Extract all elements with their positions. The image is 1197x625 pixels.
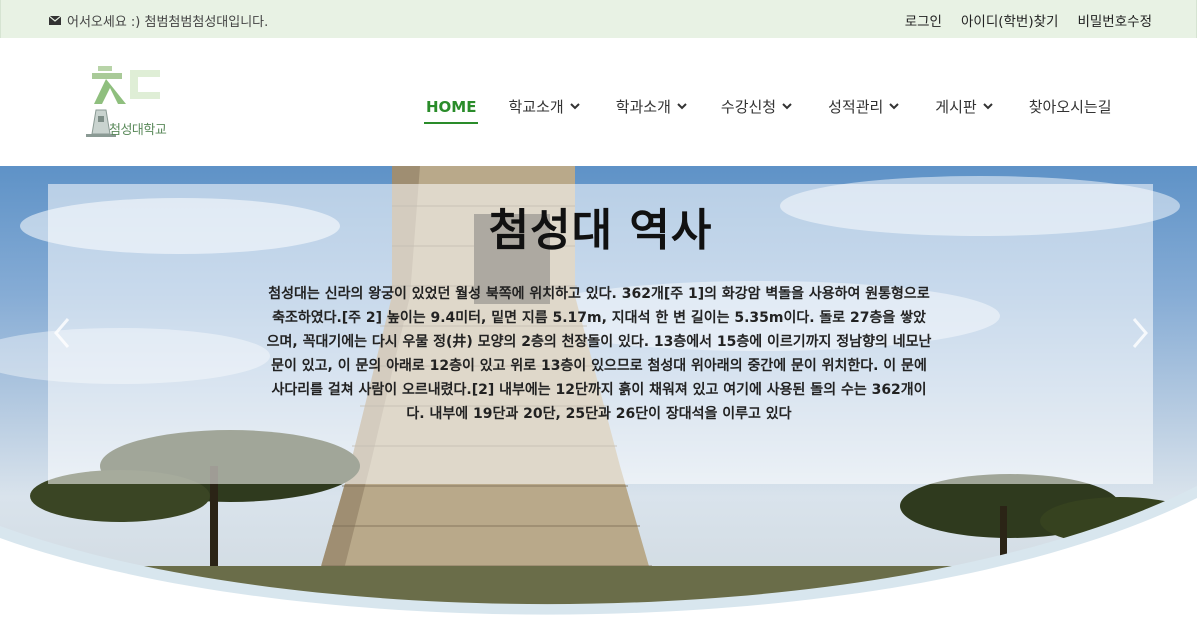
mail-icon xyxy=(49,16,61,25)
chevron-down-icon xyxy=(889,103,900,110)
change-password-link[interactable]: 비밀번호수정 xyxy=(1077,10,1152,30)
nav-board[interactable]: 게시판 xyxy=(935,96,993,117)
nav-label: HOME xyxy=(426,97,477,116)
account-links: 로그인 아이디(학번)찾기 비밀번호수정 xyxy=(905,10,1152,30)
nav-label: 게시판 xyxy=(935,98,977,116)
nav-directions[interactable]: 찾아오시는길 xyxy=(1029,96,1112,117)
university-logo[interactable]: 첨성대학교 xyxy=(84,64,194,140)
chevron-down-icon xyxy=(982,103,993,110)
nav-label: 찾아오시는길 xyxy=(1028,98,1112,116)
hero-title: 첨성대 역사 xyxy=(488,205,713,256)
welcome-text: 어서오세요 :) 첨범첨범첨성대입니다. xyxy=(67,15,269,30)
nav-school-intro[interactable]: 학교소개 xyxy=(508,96,580,117)
login-link[interactable]: 로그인 xyxy=(905,10,942,30)
nav-grade-management[interactable]: 성적관리 xyxy=(828,96,900,117)
find-id-link[interactable]: 아이디(학번)찾기 xyxy=(961,10,1058,30)
chevron-right-icon[interactable] xyxy=(1130,316,1150,350)
nav-home[interactable]: HOME xyxy=(423,97,479,124)
nav-label: 수강신청 xyxy=(720,98,777,116)
chevron-down-icon xyxy=(782,103,792,110)
hero-description: 첨성대는 신라의 왕궁이 있었던 월성 북쪽에 위치하고 있다. 362개[주 … xyxy=(266,286,932,422)
top-bar: 어서오세요 :) 첨범첨범첨성대입니다. 로그인 아이디(학번)찾기 비밀번호수… xyxy=(0,0,1197,38)
chevron-down-icon xyxy=(677,103,687,110)
nav-course-registration[interactable]: 수강신청 xyxy=(721,96,792,117)
chevron-down-icon xyxy=(569,103,580,110)
hero-slider: 첨성대 역사 첨성대는 신라의 왕궁이 있었던 월성 북쪽에 위치하고 있다. … xyxy=(0,166,1197,625)
logo-text: 첨성대학교 xyxy=(109,123,167,138)
main-nav: HOME 학교소개 학과소개 수강신청 성적관리 게시판 찾아오시는길 xyxy=(423,96,1112,124)
nav-label: 학과소개 xyxy=(615,98,671,116)
chevron-left-icon[interactable] xyxy=(52,316,72,350)
nav-department-intro[interactable]: 학과소개 xyxy=(616,96,687,117)
nav-label: 성적관리 xyxy=(828,98,884,116)
site-header: 첨성대학교 HOME 학교소개 학과소개 수강신청 성적관리 게시판 찾아오시는… xyxy=(0,38,1197,166)
hero-caption-box: 첨성대 역사 첨성대는 신라의 왕궁이 있었던 월성 북쪽에 위치하고 있다. … xyxy=(48,184,1153,484)
nav-label: 학교소개 xyxy=(508,98,564,116)
welcome-message: 어서오세요 :) 첨범첨범첨성대입니다. xyxy=(49,11,268,30)
